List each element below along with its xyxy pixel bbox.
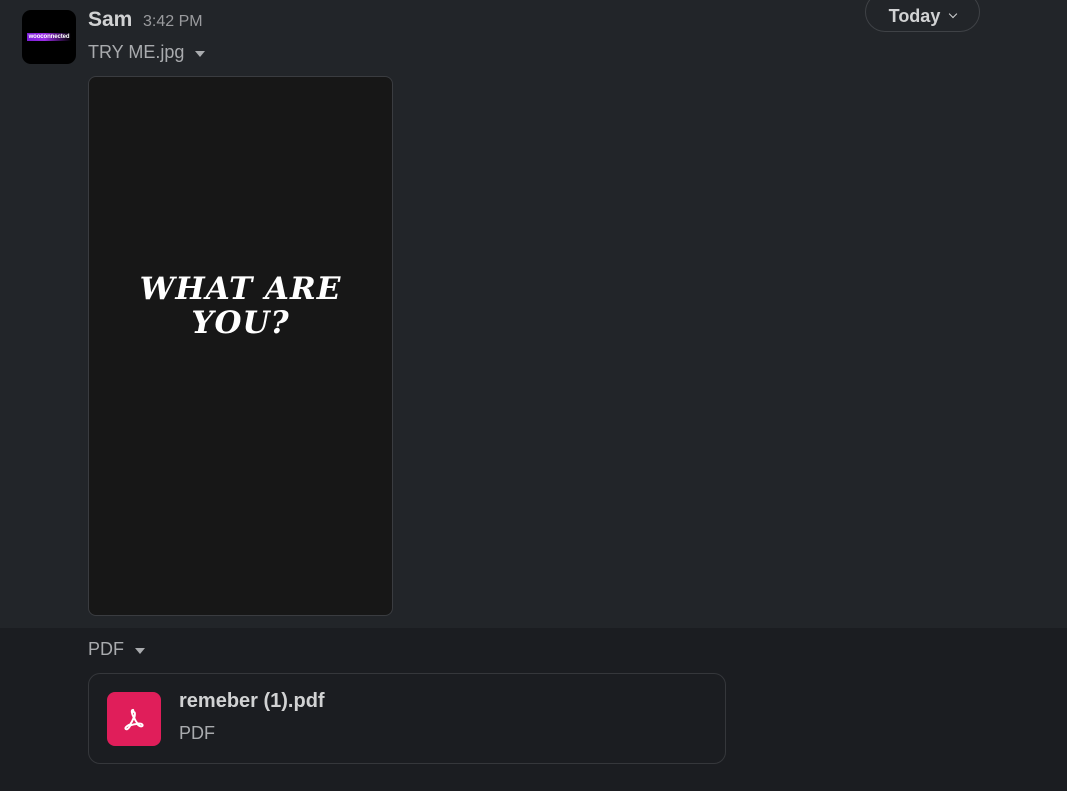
date-divider-label: Today [888, 5, 941, 26]
message-timestamp[interactable]: 3:42 PM [143, 13, 203, 31]
image-attachment-preview[interactable]: WHAT ARE YOU? [88, 76, 393, 616]
chevron-down-icon [949, 9, 958, 18]
message-area-top: wooconnected Sam 3:42 PM TRY ME.jpg WHAT… [0, 0, 1067, 628]
pdf-file-type: PDF [179, 723, 215, 743]
sender-name[interactable]: Sam [88, 8, 132, 32]
pdf-attachment-card[interactable]: remeber (1).pdf PDF [88, 673, 726, 764]
caret-down-icon [135, 647, 145, 654]
image-file-name: TRY ME.jpg [88, 42, 185, 62]
date-divider-button[interactable]: Today [865, 0, 980, 32]
pdf-icon [107, 692, 161, 746]
pdf-group-label: PDF [88, 639, 124, 659]
image-text-line-1: WHAT ARE [139, 271, 342, 307]
image-file-toggle[interactable]: TRY ME.jpg [88, 42, 206, 63]
pdf-file-name[interactable]: remeber (1).pdf [179, 690, 325, 713]
image-text-line-2: YOU? [191, 305, 290, 341]
pdf-group-toggle[interactable]: PDF [88, 639, 145, 660]
avatar[interactable]: wooconnected [22, 10, 76, 64]
avatar-logo-text: wooconnected [26, 33, 72, 41]
image-content-text: WHAT ARE YOU? [140, 272, 342, 340]
pdf-glyph-icon [124, 708, 144, 731]
caret-down-icon [195, 50, 206, 57]
